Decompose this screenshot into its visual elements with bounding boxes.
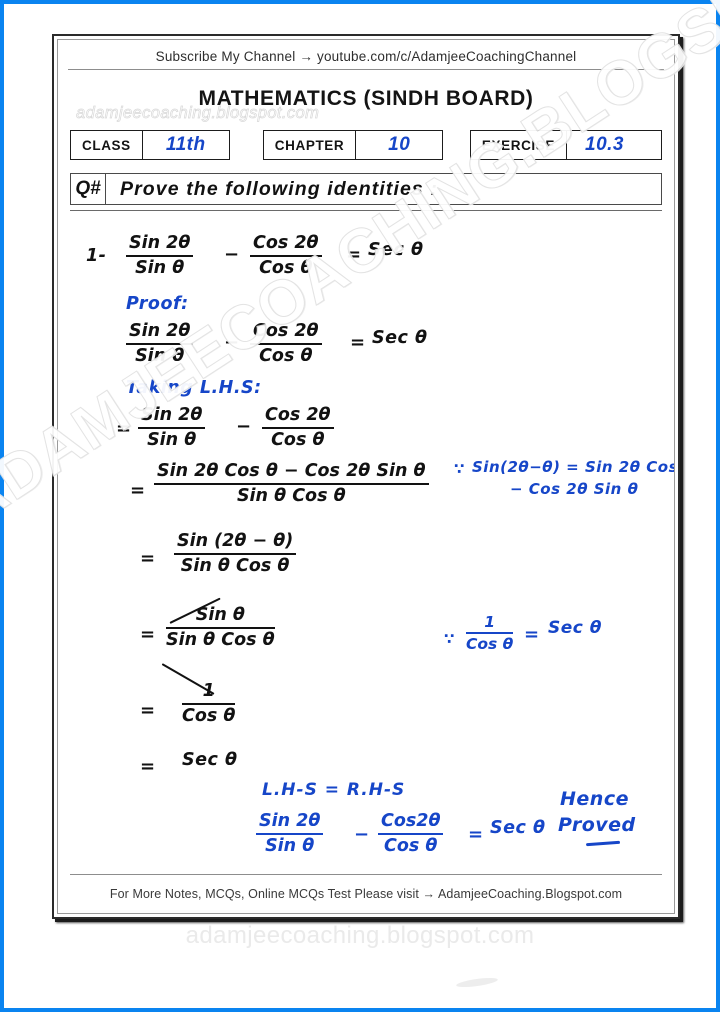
step1-right-fraction: Cos 2θ Cos θ [262,405,334,450]
page-title: MATHEMATICS (SINDH BOARD) [198,87,534,110]
watermark-bottom: adamjeecoaching.blogspot.com [185,922,535,949]
step1-operator: − [236,416,252,437]
restate-rhs: Sec θ [372,328,428,348]
note1-line2: − Cos 2θ Sin θ [510,480,639,498]
hence-proved-underline [585,840,621,846]
step1-left-fraction: Sin 2θ Sin θ [138,405,206,450]
class-box: CLASS 11th [70,130,230,160]
step3-fraction: Sin (2θ − θ) Sin θ Cos θ [174,531,297,576]
step4-equals: = [140,624,156,645]
question-bar: Q# Prove the following identities : [70,173,662,205]
conclusion-equals: = [468,824,484,845]
question-marker: Q# [71,174,106,204]
restate-left-fraction: Sin 2θ Sin θ [126,321,194,366]
note2-equals: = [524,624,540,645]
restate-right-fraction: Cos 2θ Cos θ [250,321,322,366]
conclusion-left-fraction: Sin 2θ Sin θ [256,811,324,856]
chapter-value: 10 [388,134,411,155]
note2-rhs: Sec θ [548,618,602,638]
meta-gap-b [443,130,470,160]
statement-rhs: Sec θ [368,240,424,260]
footer-divider [70,873,662,875]
statement-left-fraction: Sin 2θ Sin θ [126,233,194,278]
question-underline [70,210,662,212]
footer-text: For More Notes, MCQs, Online MCQs Test P… [109,887,623,901]
restate-operator: − [224,332,240,353]
sheet-inner-border: Subscribe My Channel → youtube.com/c/Ada… [57,39,675,914]
statement-equals: = [346,244,362,265]
subscribe-banner: Subscribe My Channel → youtube.com/c/Ada… [68,49,664,70]
step2-fraction: Sin 2θ Cos θ − Cos 2θ Sin θ Sin θ Cos θ [154,461,429,506]
note1-symbol: ∵ [454,460,465,478]
step3-equals: = [140,548,156,569]
conclusion-lhs-rhs: L.H-S = R.H-S [262,780,406,800]
meta-gap-a [230,130,263,160]
hence-proved-line1: Hence [560,788,629,810]
chapter-box: CHAPTER 10 [262,130,444,160]
question-text: Prove the following identities : [120,177,438,200]
step5-fraction: 1 Cos θ [182,681,236,726]
step5-equals: = [140,700,156,721]
exercise-label: EXERCISE [471,131,567,159]
class-value: 11th [165,134,206,155]
chapter-label: CHAPTER [264,131,357,159]
statement-right-fraction: Cos 2θ Cos θ [250,233,322,278]
problem-number: 1- [86,246,107,266]
step6-equals: = [140,756,156,777]
note2-symbol: ∵ [444,630,455,648]
taking-lhs-label: Taking L.H.S: [126,378,262,398]
hence-proved-line2: Proved [558,814,636,836]
class-label: CLASS [71,131,143,159]
conclusion-right-fraction: Cos2θ Cos θ [378,811,444,856]
step1-equals: = [116,418,132,439]
step6-value: Sec θ [182,750,238,770]
handwritten-solution: 1- Sin 2θ Sin θ − Cos 2θ Cos θ = Sec θ P… [58,218,674,871]
page-border: Subscribe My Channel → youtube.com/c/Ada… [0,0,720,1012]
notes-sheet: Subscribe My Channel → youtube.com/c/Ada… [52,34,680,919]
restate-equals: = [350,332,366,353]
exercise-box: EXERCISE 10.3 [469,130,662,160]
note1-line1: Sin(2θ−θ) = Sin 2θ Cos θ [472,458,675,476]
note2-fraction: 1 Cos θ [466,613,514,654]
step2-equals: = [130,480,146,501]
statement-operator: − [224,244,240,265]
conclusion-operator: − [354,824,370,845]
scan-smudge [455,976,499,989]
exercise-value: 10.3 [585,134,624,155]
conclusion-rhs: Sec θ [490,818,546,838]
step4-fraction: Sin θ Sin θ Cos θ [166,605,275,650]
proof-label: Proof: [126,294,189,314]
meta-row: CLASS 11th CHAPTER 10 EXERCISE 10.3 [70,130,662,160]
